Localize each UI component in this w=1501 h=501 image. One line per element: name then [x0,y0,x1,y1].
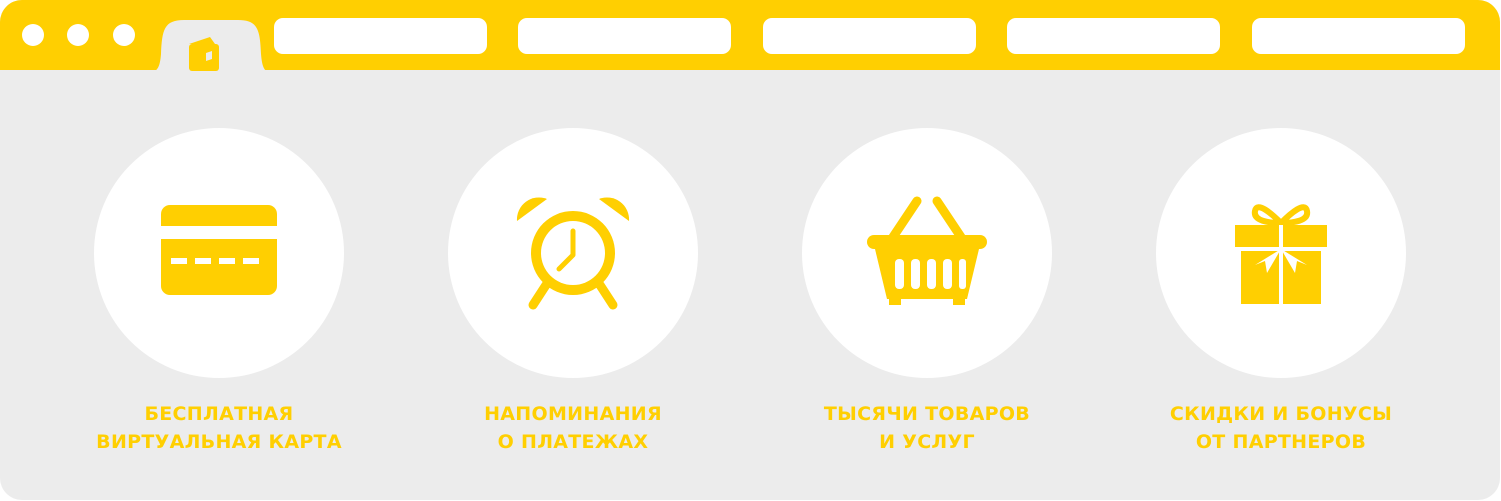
browser-tab[interactable] [274,18,487,54]
feature-caption-line: И УСЛУГ [879,431,975,453]
feature-caption-line: ТЫСЯЧИ ТОВАРОВ [823,403,1031,425]
credit-card-icon [161,205,277,295]
feature-caption-line: ОТ ПАРТНЕРОВ [1195,431,1367,453]
feature-icon-circle [802,128,1052,378]
feature-partner-discounts: СКИДКИ И БОНУСЫ ОТ ПАРТНЕРОВ [1131,128,1431,458]
feature-caption: ТЫСЯЧИ ТОВАРОВ И УСЛУГ [777,400,1077,456]
window-control-dot-icon[interactable] [113,24,135,46]
window-control-dot-icon[interactable] [67,24,89,46]
shopping-basket-icon [867,196,987,305]
feature-caption: БЕСПЛАТНАЯ ВИРТУАЛЬНАЯ КАРТА [69,400,369,456]
browser-tab[interactable] [1252,18,1465,54]
feature-caption-line: О ПЛАТЕЖАХ [497,431,649,453]
feature-caption: НАПОМИНАНИЯ О ПЛАТЕЖАХ [423,400,723,456]
feature-caption: СКИДКИ И БОНУСЫ ОТ ПАРТНЕРОВ [1131,400,1431,456]
browser-window: БЕСПЛАТНАЯ ВИРТУАЛЬНАЯ КАРТА НАПОМИНАНИЯ… [0,0,1500,500]
gift-icon [1235,204,1327,304]
feature-goods-and-services: ТЫСЯЧИ ТОВАРОВ И УСЛУГ [777,128,1077,458]
feature-payment-reminders: НАПОМИНАНИЯ О ПЛАТЕЖАХ [423,128,723,458]
wallet-icon [189,37,219,71]
alarm-clock-icon [516,197,630,310]
browser-tab[interactable] [518,18,731,54]
browser-tab[interactable] [763,18,976,54]
feature-icon-circle [1156,128,1406,378]
feature-virtual-card: БЕСПЛАТНАЯ ВИРТУАЛЬНАЯ КАРТА [69,128,369,458]
feature-caption-line: БЕСПЛАТНАЯ [144,403,294,425]
browser-tab[interactable] [1007,18,1220,54]
window-control-dot-icon[interactable] [22,24,44,46]
feature-caption-line: ВИРТУАЛЬНАЯ КАРТА [96,431,342,453]
feature-caption-line: СКИДКИ И БОНУСЫ [1169,403,1393,425]
browser-titlebar [0,0,1500,72]
feature-icon-circle [448,128,698,378]
feature-caption-line: НАПОМИНАНИЯ [484,403,662,425]
feature-icon-circle [94,128,344,378]
